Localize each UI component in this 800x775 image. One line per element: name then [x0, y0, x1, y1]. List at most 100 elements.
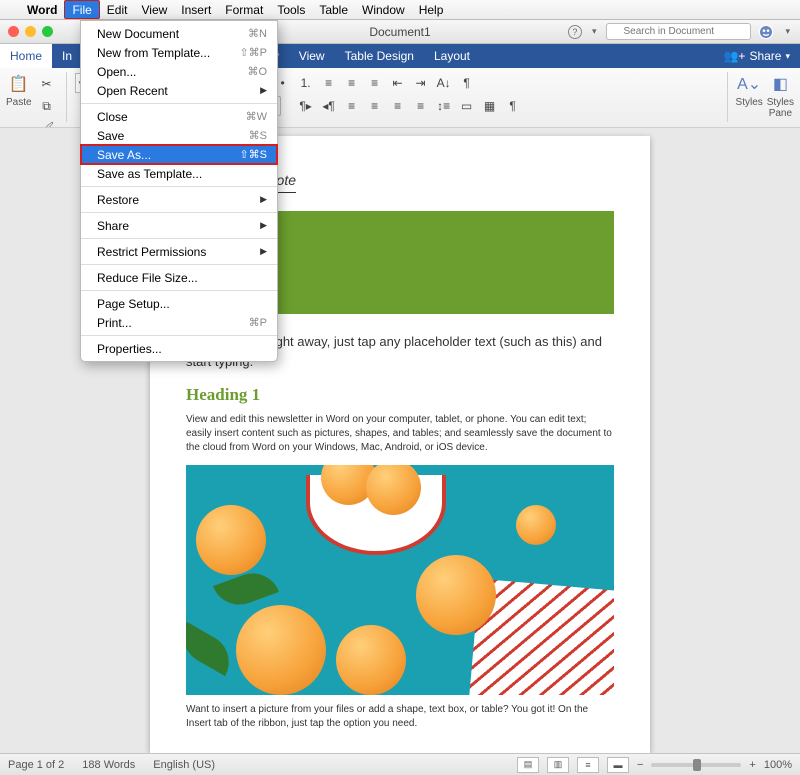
zoom-slider[interactable]: [651, 763, 741, 767]
format-painter-icon[interactable]: 🖌: [36, 118, 58, 128]
menu-app[interactable]: Word: [20, 0, 64, 19]
heading-1[interactable]: Heading 1: [186, 385, 614, 405]
styles-group[interactable]: A⌄ Styles: [736, 72, 763, 108]
numbering-icon[interactable]: 1.: [295, 73, 317, 93]
file-menu-page-setup[interactable]: Page Setup...: [81, 294, 277, 313]
menu-separator: [81, 290, 277, 291]
tab-table-design[interactable]: Table Design: [335, 44, 424, 68]
align-r-icon[interactable]: ≡: [387, 96, 409, 116]
file-menu-restrict-permissions[interactable]: Restrict Permissions ▶: [81, 242, 277, 261]
file-menu-restore[interactable]: Restore▶: [81, 190, 277, 209]
show-marks-icon[interactable]: ¶: [456, 73, 478, 93]
peach-shape: [196, 505, 266, 575]
tab-insert[interactable]: In: [52, 44, 82, 68]
account-icon[interactable]: [757, 23, 775, 41]
cut-icon[interactable]: ✂: [36, 74, 58, 94]
styles-pane-group[interactable]: ◧ Styles Pane: [767, 72, 794, 119]
view-print-icon[interactable]: ▤: [517, 757, 539, 773]
file-menu-print[interactable]: Print...⌘P: [81, 313, 277, 332]
submenu-arrow-icon: ▶: [260, 85, 267, 96]
status-words[interactable]: 188 Words: [82, 759, 135, 771]
file-menu-share[interactable]: Share▶: [81, 216, 277, 235]
shading-icon[interactable]: ▭: [456, 96, 478, 116]
paragraph-1[interactable]: View and edit this newsletter in Word on…: [186, 413, 614, 455]
indent-inc-icon[interactable]: ⇥: [410, 73, 432, 93]
paste-group[interactable]: 📋 Paste: [6, 72, 32, 108]
submenu-arrow-icon: ▶: [260, 194, 267, 205]
mac-menubar: Word File Edit View Insert Format Tools …: [0, 0, 800, 20]
help-dropdown-icon[interactable]: ▾: [588, 26, 601, 37]
ltr-icon[interactable]: ¶▸: [295, 96, 317, 116]
menu-item-label: New from Template...: [97, 46, 210, 60]
file-menu-save[interactable]: Save ⌘S: [81, 126, 277, 145]
zoom-in-icon[interactable]: +: [749, 759, 755, 771]
file-menu-properties[interactable]: Properties...: [81, 339, 277, 358]
menu-view[interactable]: View: [134, 0, 174, 19]
copy-icon[interactable]: ⧉: [36, 96, 58, 116]
file-menu-new-from-template[interactable]: New from Template...⇧⌘P: [81, 43, 277, 62]
submenu-arrow-icon: ▶: [260, 246, 267, 257]
menu-format[interactable]: Format: [218, 0, 270, 19]
align-c-icon[interactable]: ≡: [364, 96, 386, 116]
minimize-icon[interactable]: [25, 26, 36, 37]
menu-shortcut: ⌘N: [248, 27, 267, 40]
menu-table[interactable]: Table: [312, 0, 355, 19]
menu-separator: [81, 335, 277, 336]
multilevel-icon[interactable]: ≡: [318, 73, 340, 93]
tab-home[interactable]: Home: [0, 44, 52, 68]
sort-icon[interactable]: A↓: [433, 73, 455, 93]
divider: [66, 72, 67, 122]
help-icon[interactable]: ?: [568, 25, 582, 39]
styles-pane-icon: ◧: [768, 72, 792, 96]
styles-label: Styles: [736, 97, 763, 108]
menu-file[interactable]: File: [64, 0, 99, 19]
status-page[interactable]: Page 1 of 2: [8, 759, 64, 771]
menu-help[interactable]: Help: [412, 0, 451, 19]
menu-shortcut: ⌘S: [249, 129, 267, 142]
tab-layout[interactable]: Layout: [424, 44, 480, 68]
line-spacing-icon[interactable]: ↕≡: [433, 96, 455, 116]
rtl-icon[interactable]: ◂¶: [318, 96, 340, 116]
zoom-out-icon[interactable]: −: [637, 759, 643, 771]
file-menu-reduce-file-size[interactable]: Reduce File Size...: [81, 268, 277, 287]
borders-icon[interactable]: ▦: [479, 96, 501, 116]
file-menu-open-recent[interactable]: Open Recent▶: [81, 81, 277, 100]
maximize-icon[interactable]: [42, 26, 53, 37]
menu-item-label: Save as Template...: [97, 167, 202, 181]
view-web-icon[interactable]: ▥: [547, 757, 569, 773]
menu-separator: [81, 238, 277, 239]
menu-item-label: Save: [97, 129, 124, 143]
paste-label: Paste: [6, 97, 32, 108]
file-menu-new-document[interactable]: New Document⌘N: [81, 24, 277, 43]
tab-view[interactable]: View: [289, 44, 335, 68]
menu-item-label: Share: [97, 219, 129, 233]
menu-edit[interactable]: Edit: [100, 0, 135, 19]
menu-tools[interactable]: Tools: [270, 0, 312, 19]
justify-icon[interactable]: ≡: [410, 96, 432, 116]
inline-image[interactable]: [186, 465, 614, 695]
peach-shape: [336, 625, 406, 695]
share-button[interactable]: 👥+Share▾: [713, 44, 800, 68]
close-icon[interactable]: [8, 26, 19, 37]
menu-shortcut: ⌘P: [249, 316, 267, 329]
file-menu-save-as[interactable]: Save As...⇧⌘S: [81, 145, 277, 164]
account-dropdown-icon[interactable]: ▾: [781, 26, 794, 37]
view-outline-icon[interactable]: ≡: [577, 757, 599, 773]
search-input[interactable]: [606, 23, 751, 40]
view-draft-icon[interactable]: ▬: [607, 757, 629, 773]
menu-window[interactable]: Window: [355, 0, 412, 19]
align-l-icon[interactable]: ≡: [341, 96, 363, 116]
indent-dec-icon[interactable]: ⇤: [387, 73, 409, 93]
file-menu-close[interactable]: Close⌘W: [81, 107, 277, 126]
align-left-icon[interactable]: ≡: [341, 73, 363, 93]
align-center-icon[interactable]: ≡: [364, 73, 386, 93]
paragraph-2[interactable]: Want to insert a picture from your files…: [186, 703, 614, 731]
status-language[interactable]: English (US): [153, 759, 215, 771]
paragraph-icon[interactable]: ¶: [502, 96, 524, 116]
zoom-level[interactable]: 100%: [764, 759, 792, 771]
menu-insert[interactable]: Insert: [174, 0, 218, 19]
file-menu-save-as-template[interactable]: Save as Template...: [81, 164, 277, 183]
menu-item-label: Restrict Permissions: [97, 245, 206, 259]
file-menu-open[interactable]: Open...⌘O: [81, 62, 277, 81]
menu-item-label: Open...: [97, 65, 136, 79]
